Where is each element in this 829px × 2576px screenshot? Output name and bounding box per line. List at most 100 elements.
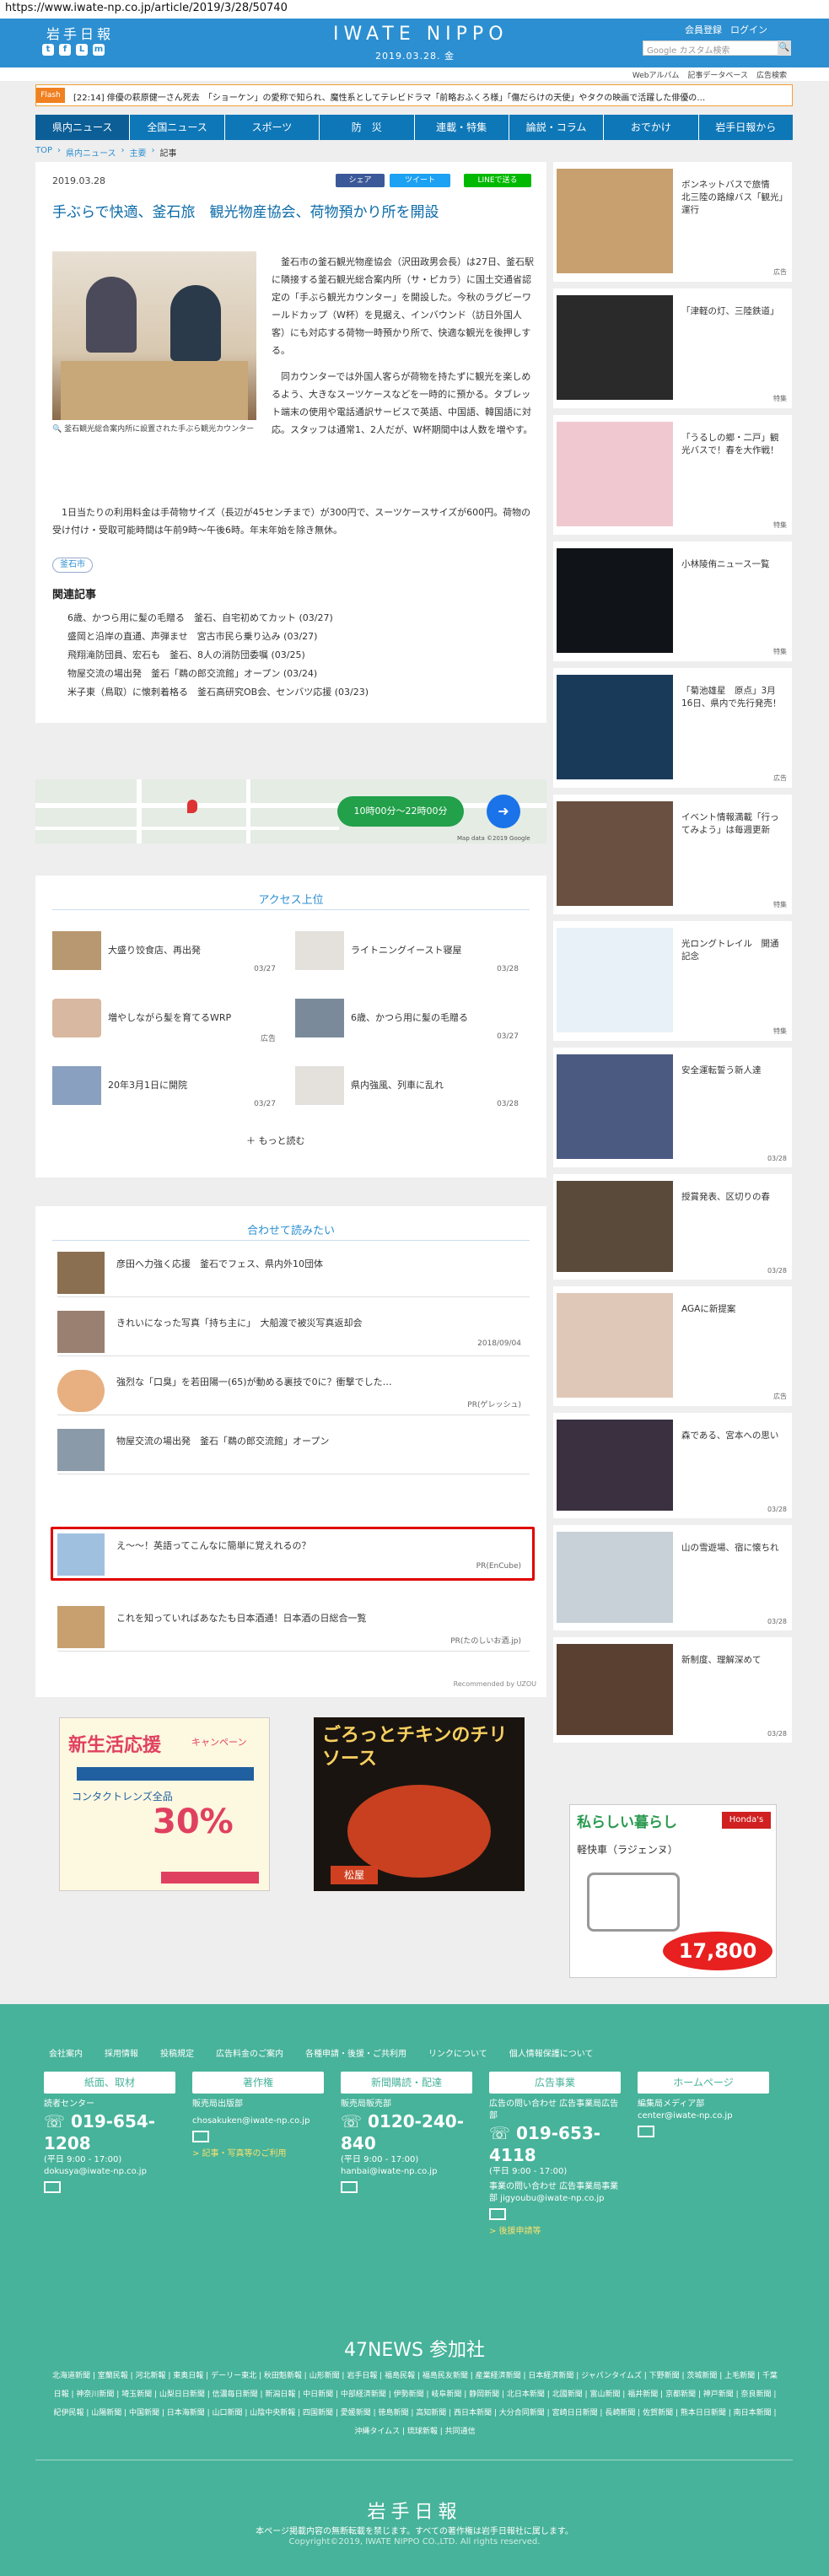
list-item[interactable]: 強烈な「口臭」を若田陽一(65)が動める裏技で0に？衝撃でした… PR(ゲレッシ… — [57, 1366, 530, 1415]
news-ticker: Flash [22:14] 俳優の萩原健一さん死去 「ショーケン」の愛称で知られ… — [35, 84, 793, 106]
footer-logo[interactable]: 岩手日報 — [0, 2497, 829, 2524]
list-item[interactable]: きれいになった写真「持ち主に」 大船渡で被災写真返却会 2018/09/04 — [57, 1307, 530, 1356]
footer-btn[interactable]: ホームページ — [638, 2072, 769, 2094]
search-input[interactable]: Google カスタム検索 — [643, 40, 790, 56]
sidebar-item[interactable]: 山の雪遊場、宿に懐ちれ 03/28 — [553, 1525, 792, 1630]
sidebar-item[interactable]: 新制度、理解深めて 03/28 — [553, 1637, 792, 1743]
line-icon[interactable]: L — [76, 44, 88, 56]
footer-btn[interactable]: 広告事業 — [489, 2072, 621, 2094]
tab-from-iwate-nippo[interactable]: 岩手日報から — [699, 115, 793, 140]
photo-caption: 🔍 釜石観光総合案内所に設置された手ぶら観光カウンター — [52, 425, 255, 434]
footer-link[interactable]: 投稿規定 — [160, 2046, 194, 2059]
subnav-ad-search[interactable]: 広告検索 — [756, 69, 787, 80]
footer-link[interactable]: 広告料金のご案内 — [216, 2046, 283, 2059]
subnav-database[interactable]: 記事データベース — [687, 69, 748, 80]
list-item[interactable]: 6歳、かつら用に髪の毛贈る 03/27 — [295, 999, 519, 1049]
sidebar-item[interactable]: 「うるしの郷・二戸」観光バスで！春を大作戦！ 特集 — [553, 415, 792, 535]
related-link[interactable]: 物屋交流の場出発 釜石「鵜の郎交流館」オープン (03/24) — [67, 665, 369, 683]
sidebar-item[interactable]: 授賞発表、区切りの春 03/28 — [553, 1174, 792, 1280]
sidebar-item[interactable]: 安全運転誓う新人達 03/28 — [553, 1048, 792, 1167]
url-bar[interactable]: https://www.iwate-np.co.jp/article/2019/… — [0, 0, 829, 19]
footer-link[interactable]: 会社案内 — [49, 2046, 83, 2059]
mail-icon[interactable] — [192, 2131, 209, 2142]
footer-link[interactable]: 個人情報保護について — [509, 2046, 594, 2059]
related-link[interactable]: 盛岡と沿岸の直通、声弾ませ 宮古市民ら乗り込み (03/27) — [67, 628, 369, 646]
sidebar-item[interactable]: 森である、宮本への思い 03/28 — [553, 1413, 792, 1518]
mail-icon[interactable] — [638, 2126, 654, 2137]
map-widget[interactable]: 10時00分～22時00分 ➜ Map data ©2019 Google — [35, 779, 546, 843]
tab-sports[interactable]: スポーツ — [225, 115, 320, 140]
search-icon[interactable]: 🔍 — [778, 40, 791, 56]
hours-button[interactable]: 10時00分～22時00分 — [337, 796, 464, 827]
footer-sub-link[interactable]: > 後援申請等 — [489, 2226, 621, 2238]
facebook-icon[interactable]: f — [59, 44, 71, 56]
list-item[interactable]: ライトニングイースト寝屋 03/28 — [295, 931, 519, 982]
sidebar-item[interactable]: 小林陵侑ニュース一覧 特集 — [553, 542, 792, 661]
footer-mail-link[interactable]: 事業の問い合わせ 広告事業局事業部 jigyoubu@iwate-np.co.j… — [489, 2181, 621, 2205]
tab-features[interactable]: 連載・特集 — [415, 115, 509, 140]
related-link[interactable]: 米子東（鳥取）に懐刺着格る 釜石高研究OB会、センバツ応援 (03/23) — [67, 683, 369, 702]
ticker-text[interactable]: [22:14] 俳優の萩原健一さん死去 「ショーケン」の愛称で知られ、魔性系とし… — [73, 90, 782, 103]
account-links: 会員登録 ログイン — [685, 23, 767, 36]
sidebar-item[interactable]: 「菊池雄星 原点」3月16日、県内で先行発売！ 広告 — [553, 668, 792, 788]
crumb-top[interactable]: TOP — [35, 146, 52, 159]
tab-local-news[interactable]: 県内ニュース — [35, 115, 131, 140]
footer-link[interactable]: 採用情報 — [105, 2046, 138, 2059]
tab-national-news[interactable]: 全国ニュース — [130, 115, 225, 140]
mail-icon[interactable] — [44, 2181, 61, 2193]
site-logo-small[interactable]: 岩手日報 — [46, 23, 114, 43]
sidebar-item[interactable]: イベント情報満載「行ってみよう」は毎週更新 特集 — [553, 795, 792, 914]
footer-mail-link[interactable]: hanbai@iwate-np.co.jp — [341, 2166, 472, 2178]
related-link[interactable]: 飛翔滝防団員、宏石も 釜石、8人の消防団委嘱 (03/25) — [67, 646, 369, 665]
recommended-by[interactable]: Recommended by UZOU — [454, 1680, 536, 1688]
more-button[interactable]: ＋ もっと読む — [246, 1134, 305, 1147]
subnav-album[interactable]: Webアルバム — [633, 69, 680, 80]
mail-icon[interactable]: m — [93, 44, 105, 56]
n47-list[interactable]: 北海道新聞 | 室蘭民報 | 河北新報 | 東奥日報 | デーリー東北 | 秋田… — [52, 2367, 778, 2441]
list-item[interactable]: 20年3月1日に開院 03/27 — [52, 1066, 276, 1117]
ad-matsuya[interactable]: ごろっとチキンのチリソース 松屋 — [314, 1717, 525, 1891]
list-item[interactable]: 大盛り饺食店、再出発 03/27 — [52, 931, 276, 982]
crumb-main[interactable]: 主要 — [130, 146, 147, 159]
register-link[interactable]: 会員登録 — [685, 23, 722, 36]
list-item[interactable]: え～～！英語ってこんなに簡単に覚えれるの？ PR(EnCube) — [57, 1530, 530, 1579]
footer-sub-link[interactable]: > 記事・写真等のご利用 — [192, 2148, 324, 2160]
mail-icon[interactable] — [341, 2181, 358, 2193]
footer-mail-link[interactable]: center@iwate-np.co.jp — [638, 2110, 769, 2122]
twitter-icon[interactable]: t — [42, 44, 54, 56]
tab-outing[interactable]: おでかけ — [604, 115, 699, 140]
crumb-local[interactable]: 県内ニュース — [66, 146, 116, 159]
list-item[interactable]: 彦田へ力強く応援 釜石でフェス、県内外10団体 — [57, 1248, 530, 1297]
ad-honda-bicycle[interactable]: 私らしい暮らし Honda's 軽快車（ラジェンヌ） 17,800 — [569, 1804, 777, 1978]
sidebar-item[interactable]: 光ロングトレイル 開通記念 特集 — [553, 921, 792, 1041]
sidebar-item[interactable]: ボンネットバスで旅情 北三陸の路線バス「観光」運行 広告 — [553, 162, 792, 282]
footer-link[interactable]: 各種申請・後援・ご共利用 — [305, 2046, 406, 2059]
footer-link[interactable]: リンクについて — [428, 2046, 487, 2059]
list-item[interactable]: 物屋交流の場出発 釜石「鵜の郎交流館」オープン — [57, 1425, 530, 1474]
footer-mail-link[interactable]: dokusya@iwate-np.co.jp — [44, 2166, 175, 2178]
section-title: アクセス上位 — [258, 894, 324, 907]
footer-btn[interactable]: 著作権 — [192, 2072, 324, 2094]
directions-icon[interactable]: ➜ — [487, 795, 520, 828]
list-item[interactable]: 増やしながら髪を育てるWRP 広告 — [52, 999, 276, 1049]
footer-btn[interactable]: 紙面、取材 — [44, 2072, 175, 2094]
tab-disaster[interactable]: 防 災 — [320, 115, 415, 140]
tab-opinion[interactable]: 論説・コラム — [509, 115, 605, 140]
footer-btn[interactable]: 新聞購読・配達 — [341, 2072, 472, 2094]
footer-mail-link[interactable]: chosakuken@iwate-np.co.jp — [192, 2115, 324, 2127]
line-share-button[interactable]: LINEで送る — [464, 174, 531, 187]
ad-contact-lens[interactable]: 新生活応援 キャンペーン コンタクトレンズ全品 30% — [59, 1717, 270, 1891]
mail-icon[interactable] — [489, 2208, 506, 2220]
crumb-current: 記事 — [159, 149, 177, 159]
sidebar-item[interactable]: AGAに新提案 広告 — [553, 1286, 792, 1406]
article-photo[interactable] — [52, 251, 256, 420]
login-link[interactable]: ログイン — [730, 23, 767, 36]
related-link[interactable]: 6歳、かつら用に髪の毛贈る 釜石、自宅初めてカット (03/27) — [67, 609, 369, 628]
facebook-share-button[interactable]: シェア — [336, 174, 385, 187]
list-item[interactable]: 県内強風、列車に乱れ 03/28 — [295, 1066, 519, 1117]
site-logo[interactable]: IWATE NIPPO — [333, 24, 509, 45]
sidebar-item[interactable]: 「津軽の灯、三陸鉄道」 特集 — [553, 288, 792, 408]
tweet-button[interactable]: ツイート — [390, 174, 450, 187]
tag-kamaishi[interactable]: 釜石市 — [52, 558, 93, 573]
list-item[interactable]: これを知っていればあなたも日本酒通！日本酒の日総合一覧 PR(たのしいお酒.jp… — [57, 1603, 530, 1652]
